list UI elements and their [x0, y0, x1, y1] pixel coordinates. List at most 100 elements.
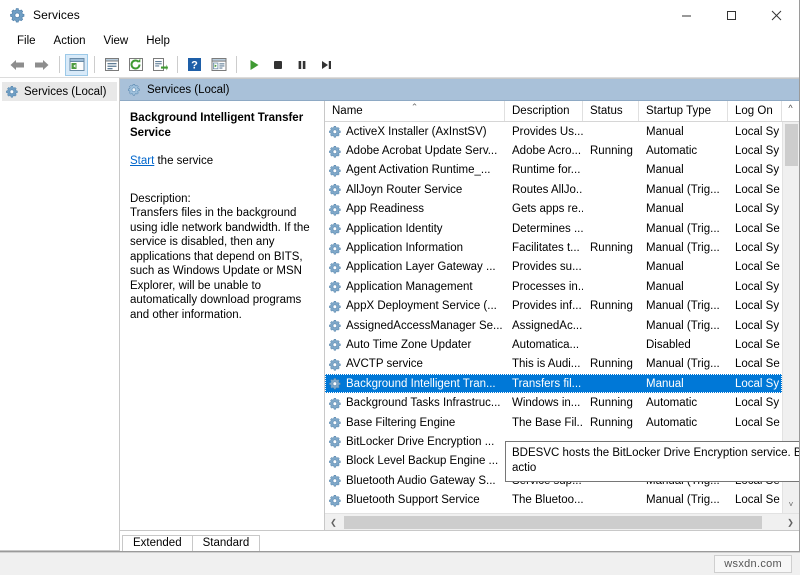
- cell-startup: Manual (Trig...: [639, 320, 728, 332]
- horizontal-scroll-track[interactable]: [342, 514, 782, 531]
- table-row[interactable]: App ReadinessGets apps re...ManualLocal …: [325, 200, 782, 219]
- table-row[interactable]: Application Layer Gateway ...Provides su…: [325, 258, 782, 277]
- scroll-right-arrow-icon[interactable]: ❯: [782, 514, 799, 531]
- service-action-line: Start the service: [130, 155, 314, 167]
- cell-startup: Disabled: [639, 339, 728, 351]
- toolbar-separator: [177, 56, 178, 73]
- table-row[interactable]: AllJoyn Router ServiceRoutes AllJo... Man…: [325, 180, 782, 199]
- column-header-status[interactable]: Status: [583, 101, 639, 121]
- menu-view[interactable]: View: [95, 33, 138, 49]
- start-service-icon[interactable]: [242, 54, 265, 76]
- sort-ascending-icon: ⌃: [411, 102, 419, 113]
- show-action-pane-icon[interactable]: [207, 54, 230, 76]
- cell-logon: Local Sy: [728, 300, 782, 312]
- back-arrow-icon[interactable]: [6, 54, 29, 76]
- table-row[interactable]: Background Tasks Infrastruc...Windows in…: [325, 393, 782, 412]
- cell-startup: Manual (Trig...: [639, 223, 728, 235]
- cell-logon: Local Sy: [728, 281, 782, 293]
- horizontal-scroll-thumb[interactable]: [344, 516, 762, 529]
- panes-container: Services (Local) Services (Local): [0, 78, 799, 551]
- table-row[interactable]: Agent Activation Runtime_...Runtime for.…: [325, 161, 782, 180]
- service-name-label: Application Identity: [346, 223, 443, 235]
- menu-help[interactable]: Help: [137, 33, 179, 49]
- service-name-label: Adobe Acrobat Update Serv...: [346, 145, 497, 157]
- cell-description: Provides su...: [505, 261, 583, 273]
- title-bar: Services: [0, 0, 799, 30]
- cell-startup: Manual (Trig...: [639, 184, 728, 196]
- scroll-left-arrow-icon[interactable]: ❮: [325, 514, 342, 531]
- stop-service-icon[interactable]: [266, 54, 289, 76]
- services-window: Services File Action View Help: [0, 0, 800, 552]
- table-row[interactable]: Bluetooth Support ServiceThe Bluetoo...M…: [325, 490, 782, 509]
- content-header-title: Services (Local): [147, 84, 229, 96]
- table-row[interactable]: Application InformationFacilitates t...R…: [325, 238, 782, 257]
- help-icon[interactable]: ?: [183, 54, 206, 76]
- table-row[interactable]: Adobe Acrobat Update Serv...Adobe Acro..…: [325, 141, 782, 160]
- service-gear-icon: [329, 300, 342, 313]
- menu-file[interactable]: File: [8, 33, 45, 49]
- cell-description: Routes AllJo...: [505, 184, 583, 196]
- service-name-label: Background Tasks Infrastruc...: [346, 397, 500, 409]
- cell-logon: Local Se: [728, 184, 782, 196]
- column-header-description[interactable]: Description: [505, 101, 583, 121]
- column-header-startup-type[interactable]: Startup Type: [639, 101, 728, 121]
- tab-extended[interactable]: Extended: [122, 535, 193, 551]
- tab-standard[interactable]: Standard: [192, 535, 261, 551]
- cell-name: AllJoyn Router Service: [325, 183, 505, 196]
- menu-action[interactable]: Action: [45, 33, 95, 49]
- table-row[interactable]: Application IdentityDetermines ...Manual…: [325, 219, 782, 238]
- sidebar-item-services-local[interactable]: Services (Local): [2, 82, 117, 101]
- cell-logon: Local Sy: [728, 203, 782, 215]
- table-row[interactable]: Base Filtering EngineThe Base Fil...Runn…: [325, 413, 782, 432]
- cell-description: Provides inf...: [505, 300, 583, 312]
- cell-name: Block Level Backup Engine ...: [325, 455, 505, 468]
- properties-icon[interactable]: [100, 54, 123, 76]
- service-name-label: App Readiness: [346, 203, 424, 215]
- cell-startup: Automatic: [639, 145, 728, 157]
- cell-name: Application Layer Gateway ...: [325, 261, 505, 274]
- start-service-link[interactable]: Start: [130, 155, 154, 167]
- maximize-button[interactable]: [709, 0, 754, 30]
- forward-arrow-icon[interactable]: [30, 54, 53, 76]
- cell-name: Application Management: [325, 280, 505, 293]
- table-row[interactable]: ActiveX Installer (AxInstSV)Provides Us.…: [325, 122, 782, 141]
- service-details-panel: Background Intelligent Transfer Service …: [120, 101, 325, 530]
- window-title: Services: [33, 8, 80, 22]
- horizontal-scrollbar[interactable]: ❮ ❯: [325, 513, 799, 530]
- table-row[interactable]: Background Intelligent Tran...Transfers …: [325, 374, 782, 393]
- service-gear-icon: [329, 183, 342, 196]
- service-name-label: Application Management: [346, 281, 473, 293]
- cell-name: Application Information: [325, 242, 505, 255]
- table-row[interactable]: Application ManagementProcesses in...Man…: [325, 277, 782, 296]
- column-header-log-on[interactable]: Log On: [728, 101, 782, 121]
- vertical-scroll-thumb[interactable]: [785, 124, 798, 166]
- restart-service-icon[interactable]: [314, 54, 337, 76]
- table-row[interactable]: AppX Deployment Service (...Provides inf…: [325, 297, 782, 316]
- service-gear-icon: [329, 455, 342, 468]
- vertical-scroll-track[interactable]: [783, 122, 800, 496]
- list-column-headers: Name ⌃ Description Status Startup Type L…: [325, 101, 799, 122]
- minimize-button[interactable]: [664, 0, 709, 30]
- cell-name: BitLocker Drive Encryption ...: [325, 435, 505, 448]
- cell-name: Background Tasks Infrastruc...: [325, 397, 505, 410]
- cell-name: Bluetooth Audio Gateway S...: [325, 474, 505, 487]
- cell-logon: Local Se: [728, 417, 782, 429]
- pause-service-icon[interactable]: [290, 54, 313, 76]
- scroll-down-arrow-icon[interactable]: ˅: [783, 496, 800, 513]
- cell-logon: Local Se: [728, 339, 782, 351]
- table-row[interactable]: AssignedAccessManager Se...AssignedAc...…: [325, 316, 782, 335]
- cell-name: AVCTP service: [325, 358, 505, 371]
- column-header-name[interactable]: Name ⌃: [325, 101, 505, 121]
- cell-description: This is Audi...: [505, 358, 583, 370]
- cell-logon: Local Sy: [728, 397, 782, 409]
- toolbar-separator: [94, 56, 95, 73]
- show-hide-console-tree-icon[interactable]: [65, 54, 88, 76]
- refresh-icon[interactable]: [124, 54, 147, 76]
- view-tabs: Extended Standard: [122, 531, 259, 551]
- table-row[interactable]: AVCTP serviceThis is Audi...RunningManua…: [325, 355, 782, 374]
- export-list-icon[interactable]: [148, 54, 171, 76]
- service-gear-icon: [329, 358, 342, 371]
- close-button[interactable]: [754, 0, 799, 30]
- table-row[interactable]: Auto Time Zone UpdaterAutomatica...Disab…: [325, 335, 782, 354]
- service-name-label: Bluetooth Audio Gateway S...: [346, 475, 496, 487]
